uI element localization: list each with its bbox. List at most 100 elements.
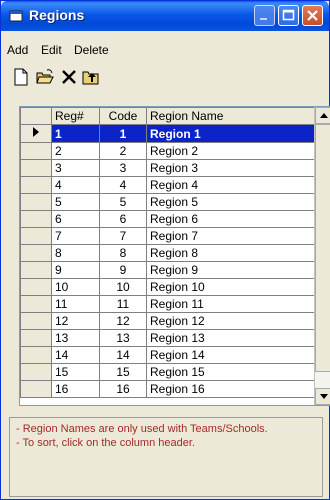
cell-code: 3 (99, 159, 147, 177)
row-selector[interactable] (20, 278, 52, 296)
menu-edit[interactable]: Edit (41, 43, 62, 57)
table-row[interactable]: 12 12 Region 12 (20, 312, 315, 330)
title-bar[interactable]: Regions (1, 1, 329, 31)
cell-name: Region 11 (146, 295, 315, 313)
cell-name: Region 3 (146, 159, 315, 177)
table-row[interactable]: 15 15 Region 15 (20, 363, 315, 381)
cell-name: Region 2 (146, 142, 315, 160)
cell-code: 14 (99, 346, 147, 364)
column-header-name[interactable]: Region Name (146, 107, 315, 125)
cell-name: Region 5 (146, 193, 315, 211)
current-row-arrow-icon (33, 127, 39, 137)
row-selector[interactable] (20, 312, 52, 330)
table-row[interactable]: 14 14 Region 14 (20, 346, 315, 364)
cell-reg: 15 (51, 363, 100, 381)
new-document-icon[interactable] (11, 67, 31, 87)
cell-code: 8 (99, 244, 147, 262)
table-row[interactable]: 8 8 Region 8 (20, 244, 315, 262)
row-selector[interactable] (20, 142, 52, 160)
column-header-code[interactable]: Code (99, 107, 147, 125)
cell-reg: 11 (51, 295, 100, 313)
regions-table: Reg# Code Region Name 1 1 Region 1 2 2 Region… (20, 107, 315, 398)
cell-code: 9 (99, 261, 147, 279)
cell-reg: 16 (51, 380, 100, 398)
row-selector[interactable] (20, 380, 52, 398)
minimize-button[interactable] (254, 5, 275, 26)
menu-delete[interactable]: Delete (74, 43, 109, 57)
row-selector[interactable] (20, 295, 52, 313)
cell-name: Region 14 (146, 346, 315, 364)
row-selector[interactable] (20, 227, 52, 245)
close-button[interactable] (302, 5, 323, 26)
table-row[interactable]: 6 6 Region 6 (20, 210, 315, 228)
cell-code: 12 (99, 312, 147, 330)
row-selector[interactable] (20, 193, 52, 211)
cell-reg: 6 (51, 210, 100, 228)
cell-code: 4 (99, 176, 147, 194)
minimize-icon (260, 18, 267, 20)
cell-name: Region 9 (146, 261, 315, 279)
table-row[interactable]: 7 7 Region 7 (20, 227, 315, 245)
close-icon (307, 10, 318, 21)
table-row[interactable]: 5 5 Region 5 (20, 193, 315, 211)
delete-x-icon[interactable] (59, 67, 79, 87)
table-body: 1 1 Region 1 2 2 Region 2 3 3 Region 3 4 4 Region 4… (20, 124, 315, 398)
cell-name: Region 16 (146, 380, 315, 398)
scroll-thumb[interactable] (315, 124, 330, 372)
cell-name: Region 4 (146, 176, 315, 194)
row-selector[interactable] (20, 329, 52, 347)
cell-reg: 10 (51, 278, 100, 296)
maximize-button[interactable] (278, 5, 299, 26)
table-row[interactable]: 11 11 Region 11 (20, 295, 315, 313)
cell-code: 13 (99, 329, 147, 347)
table-row[interactable]: 4 4 Region 4 (20, 176, 315, 194)
window-icon (9, 10, 23, 22)
row-selector[interactable] (20, 210, 52, 228)
table-row[interactable]: 9 9 Region 9 (20, 261, 315, 279)
scroll-up-button[interactable] (315, 107, 330, 124)
row-selector[interactable] (20, 363, 52, 381)
cell-name: Region 12 (146, 312, 315, 330)
scroll-down-arrow-icon (320, 394, 328, 399)
row-selector[interactable] (20, 176, 52, 194)
cell-reg: 12 (51, 312, 100, 330)
table-row[interactable]: 3 3 Region 3 (20, 159, 315, 177)
regions-window: Regions Add Edit Delete Reg# Code Region… (0, 0, 330, 500)
row-selector[interactable] (20, 159, 52, 177)
row-selector[interactable] (20, 124, 52, 143)
table-row[interactable]: 16 16 Region 16 (20, 380, 315, 398)
cell-code: 2 (99, 142, 147, 160)
cell-reg: 3 (51, 159, 100, 177)
note-line: - Region Names are only used with Teams/… (16, 423, 268, 435)
row-header-corner (20, 107, 52, 125)
cell-code: 5 (99, 193, 147, 211)
vertical-scrollbar[interactable] (314, 107, 330, 405)
column-header-reg[interactable]: Reg# (51, 107, 100, 125)
cell-code: 7 (99, 227, 147, 245)
cell-reg: 2 (51, 142, 100, 160)
cell-name: Region 1 (146, 124, 315, 143)
cell-reg: 1 (51, 124, 100, 143)
cell-reg: 14 (51, 346, 100, 364)
table-row[interactable]: 1 1 Region 1 (20, 124, 315, 143)
up-folder-icon[interactable] (81, 67, 101, 87)
row-selector[interactable] (20, 261, 52, 279)
cell-name: Region 7 (146, 227, 315, 245)
regions-grid[interactable]: Reg# Code Region Name 1 1 Region 1 2 2 Region… (19, 106, 330, 406)
scroll-up-arrow-icon (320, 113, 328, 118)
cell-reg: 5 (51, 193, 100, 211)
cell-name: Region 8 (146, 244, 315, 262)
row-selector[interactable] (20, 346, 52, 364)
menu-add[interactable]: Add (7, 43, 28, 57)
table-row[interactable]: 13 13 Region 13 (20, 329, 315, 347)
table-row[interactable]: 10 10 Region 10 (20, 278, 315, 296)
cell-name: Region 15 (146, 363, 315, 381)
scroll-down-button[interactable] (315, 388, 330, 405)
notes-panel: - Region Names are only used with Teams/… (9, 417, 323, 497)
open-folder-icon[interactable] (35, 67, 55, 87)
row-selector[interactable] (20, 244, 52, 262)
table-row[interactable]: 2 2 Region 2 (20, 142, 315, 160)
cell-code: 16 (99, 380, 147, 398)
cell-name: Region 6 (146, 210, 315, 228)
toolbar (1, 63, 329, 91)
